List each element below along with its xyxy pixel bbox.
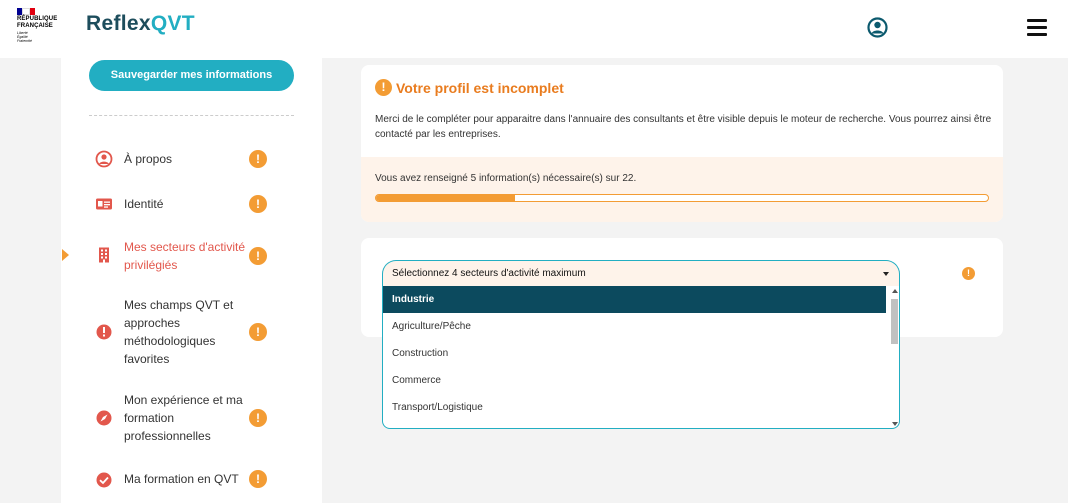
id-card-icon bbox=[96, 198, 112, 210]
sidebar-item-formation-qvt[interactable]: Ma formation en QVT ! bbox=[61, 470, 322, 490]
progress-fill bbox=[376, 195, 516, 201]
brand-logo[interactable]: ReflexQVT bbox=[86, 12, 195, 36]
active-item-arrow-icon bbox=[62, 249, 69, 261]
sectors-select[interactable]: Sélectionnez 4 secteurs d'activité maxim… bbox=[382, 260, 900, 287]
sidebar-item-experience[interactable]: Mon expérience et ma formation professio… bbox=[61, 391, 322, 445]
hamburger-menu-icon[interactable] bbox=[1027, 19, 1047, 36]
progress-bar bbox=[375, 194, 989, 202]
card-description: Merci de le compléter pour apparaitre da… bbox=[375, 114, 992, 140]
profile-incomplete-card: ! Votre profil est incomplet Merci de le… bbox=[361, 65, 1003, 222]
warning-icon: ! bbox=[249, 195, 267, 213]
republique-francaise-logo: RÉPUBLIQUE FRANÇAISE Liberté Égalité Fra… bbox=[17, 8, 65, 50]
profile-sidebar: Sauvegarder mes informations À propos ! … bbox=[61, 58, 322, 503]
sidebar-item-secteurs[interactable]: Mes secteurs d'activité privilégiés ! bbox=[61, 238, 322, 274]
scroll-up-arrow-icon[interactable] bbox=[892, 289, 898, 293]
option-transport[interactable]: Transport/Logistique bbox=[383, 394, 886, 421]
warning-icon: ! bbox=[962, 267, 975, 280]
card-title-row: ! Votre profil est incomplet bbox=[375, 79, 564, 96]
sidebar-item-champs-qvt[interactable]: Mes champs QVT et approches méthodologiq… bbox=[61, 296, 322, 368]
compass-icon bbox=[96, 410, 112, 426]
warning-icon: ! bbox=[249, 470, 267, 488]
brand-suffix: QVT bbox=[150, 12, 195, 35]
warning-icon: ! bbox=[249, 409, 267, 427]
progress-text: Vous avez renseigné 5 information(s) néc… bbox=[375, 173, 637, 184]
user-circle-icon bbox=[95, 150, 113, 168]
warning-icon: ! bbox=[249, 323, 267, 341]
gov-logo-line2: FRANÇAISE bbox=[17, 22, 53, 29]
sidebar-item-label: Ma formation en QVT bbox=[124, 472, 239, 486]
option-construction[interactable]: Construction bbox=[383, 340, 886, 367]
save-info-button[interactable]: Sauvegarder mes informations bbox=[89, 60, 294, 91]
sidebar-divider bbox=[89, 115, 294, 116]
warning-icon: ! bbox=[375, 79, 392, 96]
info-icon bbox=[96, 324, 112, 340]
sidebar-item-label: À propos bbox=[124, 152, 173, 166]
caret-down-icon[interactable] bbox=[883, 272, 889, 276]
brand-prefix: Reflex bbox=[86, 12, 151, 35]
sidebar-item-a-propos[interactable]: À propos ! bbox=[61, 150, 322, 170]
top-header: RÉPUBLIQUE FRANÇAISE Liberté Égalité Fra… bbox=[0, 0, 1068, 58]
sidebar-item-label: Identité bbox=[124, 197, 164, 211]
sidebar-item-label: Mes champs QVT et approches méthodologiq… bbox=[124, 298, 234, 366]
option-agriculture[interactable]: Agriculture/Pêche bbox=[383, 313, 886, 340]
sidebar-item-label: Mon expérience et ma formation professio… bbox=[124, 393, 243, 443]
sidebar-item-identite[interactable]: Identité ! bbox=[61, 195, 322, 215]
progress-section: Vous avez renseigné 5 information(s) néc… bbox=[361, 157, 1003, 222]
scroll-down-arrow-icon[interactable] bbox=[892, 422, 898, 426]
scroll-thumb[interactable] bbox=[891, 299, 898, 344]
sectors-dropdown[interactable]: Industrie Agriculture/Pêche Construction… bbox=[382, 286, 900, 429]
check-circle-icon bbox=[96, 472, 112, 488]
warning-icon: ! bbox=[249, 150, 267, 168]
card-title: Votre profil est incomplet bbox=[396, 79, 564, 96]
user-circle-icon[interactable] bbox=[867, 17, 888, 38]
dropdown-scrollbar[interactable] bbox=[888, 289, 898, 426]
sidebar-item-label: Mes secteurs d'activité privilégiés bbox=[124, 240, 246, 272]
option-commerce[interactable]: Commerce bbox=[383, 367, 886, 394]
option-industrie[interactable]: Industrie bbox=[383, 286, 886, 313]
select-placeholder: Sélectionnez 4 secteurs d'activité maxim… bbox=[392, 268, 586, 279]
building-icon bbox=[99, 247, 109, 263]
gov-motto-fraternite: Fraternité bbox=[17, 39, 32, 43]
warning-icon: ! bbox=[249, 247, 267, 265]
french-flag-icon bbox=[17, 8, 35, 15]
